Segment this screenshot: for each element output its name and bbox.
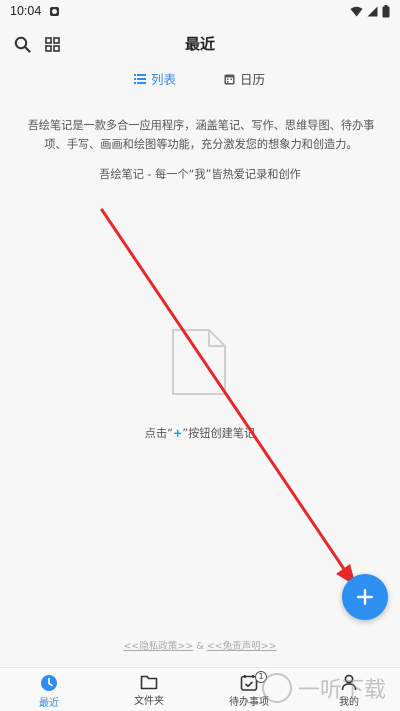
create-note-button[interactable] [342,574,388,620]
plus-icon [357,589,373,605]
disclaimer-link[interactable]: <<免责声明>> [207,641,277,652]
legal-links: <<隐私政策>> & <<免责声明>> [0,638,400,652]
nav-label-recent: 最近 [39,698,59,709]
folder-icon [140,675,158,690]
legal-separator: & [196,641,204,652]
nav-item-folders[interactable]: 文件夹 [119,674,179,707]
nav-item-recent[interactable]: 最近 [19,674,79,709]
annotation-arrow [100,208,356,586]
watermark: 一听下载 [262,672,386,704]
privacy-policy-link[interactable]: <<隐私政策>> [123,641,193,652]
nav-label-folders: 文件夹 [134,696,164,707]
watermark-text: 一听下载 [298,678,387,703]
clock-icon [41,675,57,691]
watermark-logo-icon [262,673,292,703]
